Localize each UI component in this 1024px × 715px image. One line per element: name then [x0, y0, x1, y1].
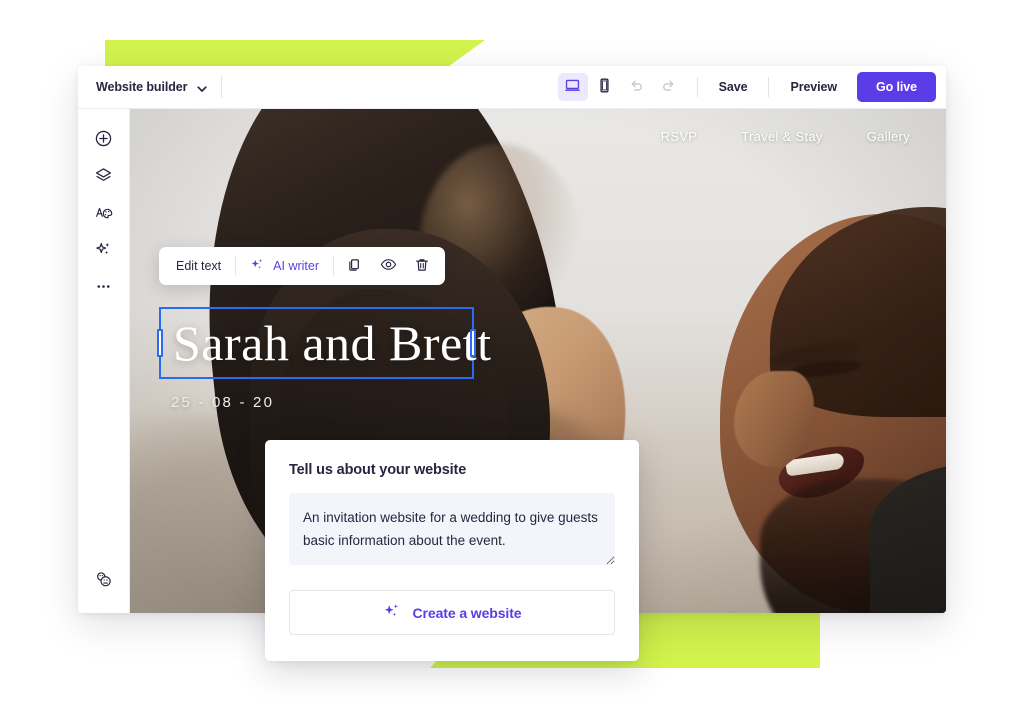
top-toolbar-actions: Save Preview Go live [557, 72, 936, 102]
resize-handle-left[interactable] [157, 329, 163, 357]
desktop-monitor-icon [564, 77, 581, 97]
nav-link-rsvp[interactable]: RSVP [661, 129, 698, 144]
sidebar-item-more-options[interactable] [87, 271, 121, 305]
palette-icon [94, 203, 114, 226]
chevron-down-icon [196, 82, 207, 93]
edit-text-button[interactable]: Edit text [165, 251, 232, 281]
redo-button[interactable] [654, 73, 684, 101]
sidebar-item-collaborators[interactable] [87, 564, 121, 598]
duplicate-icon [346, 257, 362, 276]
resize-handle-right[interactable] [470, 329, 476, 357]
hero-headline[interactable]: Sarah and Brett [173, 318, 492, 368]
element-toolbar: Edit text AI writer [159, 247, 446, 285]
toolbar-separator [696, 77, 698, 97]
nav-link-gallery[interactable]: Gallery [867, 129, 910, 144]
headline-selection-box[interactable]: Sarah and Brett [157, 307, 491, 379]
desktop-view-button[interactable] [557, 73, 588, 101]
sidebar-item-add-element[interactable] [87, 123, 121, 157]
duplicate-button[interactable] [337, 251, 371, 281]
collaborators-icon [93, 569, 114, 593]
website-description-input[interactable] [289, 493, 615, 565]
delete-element-button[interactable] [405, 251, 439, 281]
toolbar-separator-2 [768, 77, 770, 97]
mobile-phone-icon [596, 77, 613, 97]
left-sidebar [78, 109, 130, 613]
trash-icon [414, 257, 430, 276]
screenshot-stage: Website builder Save Preview Go live RSV… [0, 0, 1024, 715]
hero-date[interactable]: 25 - 08 - 20 [171, 394, 274, 411]
ai-writer-button[interactable]: AI writer [239, 251, 330, 281]
eye-icon [380, 256, 397, 276]
save-button[interactable]: Save [711, 75, 756, 99]
mobile-view-button[interactable] [590, 73, 620, 101]
element-toolbar-separator-2 [333, 256, 335, 276]
ellipsis-icon [94, 277, 113, 299]
hide-element-button[interactable] [371, 251, 405, 281]
project-title: Website builder [96, 80, 188, 94]
ai-prompt-card: Tell us about your website Create a webs… [265, 440, 639, 661]
toolbar-divider [221, 76, 223, 98]
sidebar-item-ai-tools[interactable] [87, 234, 121, 268]
ai-writer-label: AI writer [273, 259, 320, 273]
plus-circle-icon [94, 129, 113, 151]
create-website-button[interactable]: Create a website [289, 590, 615, 635]
sidebar-item-theme-design[interactable] [87, 197, 121, 231]
nav-link-travel-stay[interactable]: Travel & Stay [741, 129, 822, 144]
go-live-button[interactable]: Go live [857, 72, 936, 102]
sparkle-icon [94, 240, 113, 262]
create-website-label: Create a website [412, 604, 522, 621]
element-toolbar-separator [235, 256, 237, 276]
sparkle-icon [250, 257, 266, 276]
redo-arrow-icon [660, 77, 677, 97]
top-toolbar: Website builder Save Preview Go live [78, 66, 946, 109]
preview-button[interactable]: Preview [782, 75, 845, 99]
layers-icon [94, 166, 113, 188]
project-selector[interactable]: Website builder [96, 80, 207, 94]
sidebar-item-pages-layers[interactable] [87, 160, 121, 194]
sparkle-icon [383, 602, 402, 624]
undo-arrow-icon [628, 77, 645, 97]
site-navigation: RSVP Travel & Stay Gallery [661, 129, 910, 144]
ai-card-title: Tell us about your website [289, 462, 467, 478]
undo-button[interactable] [622, 73, 652, 101]
